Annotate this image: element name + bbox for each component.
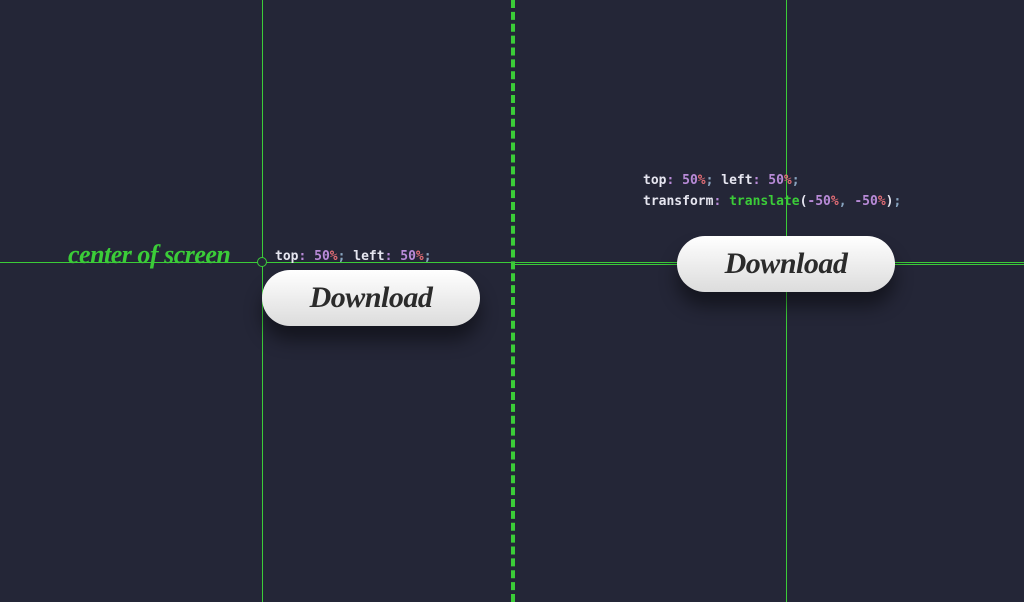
code-value: -50 xyxy=(854,194,877,209)
code-prop: transform xyxy=(643,194,713,209)
center-of-screen-label: center of screen xyxy=(68,240,230,270)
code-prop: left xyxy=(721,173,752,188)
left-panel: center of screen top: 50%; left: 50%; Do… xyxy=(0,0,512,602)
code-prop: top xyxy=(643,173,666,188)
code-value: 50 xyxy=(314,249,330,264)
panel-divider xyxy=(511,0,515,602)
code-value: 50 xyxy=(682,173,698,188)
code-unit: % xyxy=(784,173,792,188)
code-unit: % xyxy=(330,249,338,264)
code-unit: % xyxy=(698,173,706,188)
code-unit: % xyxy=(878,194,886,209)
code-annotation-left: top: 50%; left: 50%; xyxy=(275,246,432,267)
code-unit: % xyxy=(831,194,839,209)
right-panel: top: 50%; left: 50%; transform: translat… xyxy=(512,0,1024,602)
code-unit: % xyxy=(416,249,424,264)
download-button-label: Download xyxy=(310,281,433,315)
code-prop: top xyxy=(275,249,298,264)
download-button[interactable]: Download xyxy=(677,236,895,292)
download-button[interactable]: Download xyxy=(262,270,480,326)
code-prop: left xyxy=(353,249,384,264)
crosshair-vertical xyxy=(786,0,787,602)
code-annotation-right: top: 50%; left: 50%; transform: translat… xyxy=(643,170,901,212)
code-func: translate xyxy=(729,194,799,209)
code-value: -50 xyxy=(807,194,830,209)
code-value: 50 xyxy=(400,249,416,264)
crosshair-center-icon xyxy=(257,257,267,267)
download-button-label: Download xyxy=(725,247,848,281)
code-value: 50 xyxy=(768,173,784,188)
